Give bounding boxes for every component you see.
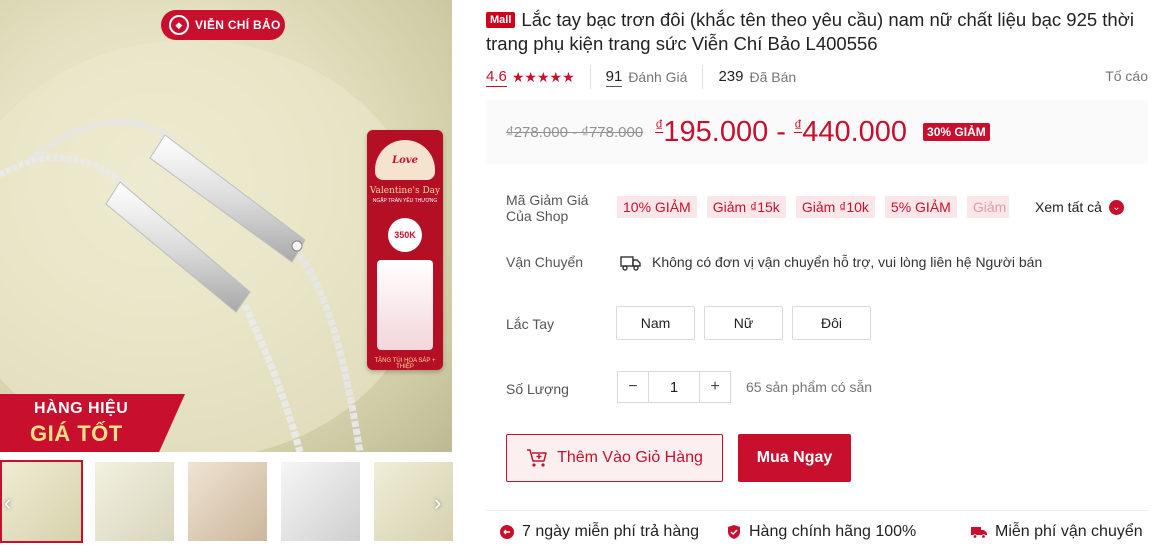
price-box: ₫278.000 - ₫778.000 ₫195.000 - ₫440.000 … [486,100,1148,164]
original-price: ₫278.000 - ₫778.000 [506,123,644,141]
heart-text: Love [392,154,418,166]
variant-options: Nam Nữ Đôi [616,306,871,340]
guarantee-bar: 7 ngày miễn phí trả hàng Hàng chính hãng… [486,510,1148,553]
price-max: 440.000 [802,115,908,148]
product-title-block: Mall Lắc tay bạc trơn đôi (khắc tên theo … [486,8,1148,56]
heart-icon: Love [375,140,435,180]
sold-count: 239 [718,68,744,85]
shipping-text: Không có đơn vị vận chuyển hỗ trợ, vui l… [652,254,1043,270]
mall-badge: Mall [486,12,516,28]
sold-label: Đã Bán [749,69,797,85]
guarantee-authentic-text: Hàng chính hãng 100% [749,523,917,540]
current-price: ₫195.000 - ₫440.000 [655,116,907,149]
rating-value[interactable]: 4.6 [486,68,507,87]
guarantee-authentic: Hàng chính hãng 100% [727,523,916,541]
quantity-label: Số Lượng [506,381,569,397]
report-link[interactable]: Tố cáo [1105,68,1148,84]
see-all-label: Xem tất cả [1035,199,1102,215]
valentine-subtitle: NGẬP TRÀN YÊU THƯƠNG [372,198,438,204]
gift-bag-image [377,260,433,350]
voucher-chip[interactable]: 5% GIẢM [884,196,957,218]
valentine-title: Valentine's Day [369,186,441,196]
stock-available: 65 sản phẩm có sẵn [746,379,873,395]
reviews-label: Đánh Giá [628,69,688,85]
divider [702,65,704,89]
voucher-label: Mã Giảm Giá Của Shop [506,192,589,224]
promo-line-1: HÀNG HIỆU [34,400,129,417]
valentine-footer: TẶNG TÚI HOA SÁP + THIỆP [374,358,436,370]
variant-label: Lắc Tay [506,316,554,332]
quantity-increase-button[interactable]: + [699,371,731,403]
currency-symbol: ₫ [794,117,803,135]
voucher-list: 10% GIẢM Giảm ₫15k Giảm ₫10k 5% GIẢM Giả… [617,196,1009,218]
valentine-price: 350K [388,218,422,252]
return-icon [500,525,514,539]
brand-badge: ◆ VIỄN CHÍ BẢO [161,10,285,40]
voucher-chip[interactable]: Giảm ₫15k [706,196,786,218]
star-rating-icon: ★★★★★ [511,68,575,85]
add-to-cart-button[interactable]: Thêm Vào Giỏ Hàng [506,434,723,482]
variant-option-nu[interactable]: Nữ [704,306,783,340]
product-title: Lắc tay bạc trơn đôi (khắc tên theo yêu … [486,9,1134,54]
truck-icon [620,256,641,271]
rating-row: 4.6 ★★★★★ 91 Đánh Giá 239 Đã Bán Tố cáo [486,64,1148,90]
thumbnail-4[interactable] [279,460,362,543]
promo-line-2: GIÁ TỐT [30,421,123,446]
price-separator: - [768,115,794,148]
quantity-stepper: − 1 + 65 sản phẩm có sẵn [617,371,872,403]
brand-badge-text: VIỄN CHÍ BẢO [195,18,281,32]
see-all-vouchers[interactable]: Xem tất cả ⌄ [1035,199,1124,215]
shield-check-icon [728,525,740,539]
quantity-input[interactable]: 1 [649,371,699,403]
discount-badge: 30% GIẢM [923,123,990,141]
reviews-count[interactable]: 91 [605,68,623,87]
voucher-chip[interactable]: Giảm ₫ [966,196,1009,218]
divider [589,65,591,89]
truck-icon [971,527,987,539]
voucher-chip[interactable]: Giảm ₫10k [795,196,875,218]
voucher-chip[interactable]: 10% GIẢM [617,196,697,218]
chevron-right-icon[interactable]: › [434,492,448,516]
valentine-promo-card: Love Valentine's Day NGẬP TRÀN YÊU THƯƠN… [367,130,443,370]
price-min: 195.000 [663,115,769,148]
product-gallery: ◆ VIỄN CHÍ BẢO Love Valentine's Day NGẬP… [0,0,453,553]
guarantee-return-text: 7 ngày miễn phí trả hàng [522,523,700,540]
thumbnail-2[interactable] [93,460,176,543]
buy-now-button[interactable]: Mua Ngay [738,434,851,482]
brand-logo-icon: ◆ [169,15,189,35]
guarantee-shipping: Miễn phí vận chuyển [971,523,1143,541]
guarantee-return: 7 ngày miễn phí trả hàng [500,523,699,541]
guarantee-shipping-text: Miễn phí vận chuyển [995,523,1143,540]
cart-plus-icon [527,449,547,467]
thumbnail-strip [0,460,453,544]
main-product-image[interactable]: ◆ VIỄN CHÍ BẢO Love Valentine's Day NGẬP… [0,0,452,452]
add-to-cart-label: Thêm Vào Giỏ Hàng [557,449,703,466]
quantity-decrease-button[interactable]: − [617,371,649,403]
shipping-label: Vận Chuyển [506,254,584,270]
thumbnail-3[interactable] [186,460,269,543]
chevron-left-icon[interactable]: ‹ [4,492,18,516]
variant-option-nam[interactable]: Nam [616,306,695,340]
variant-option-doi[interactable]: Đôi [792,306,871,340]
chevron-down-icon: ⌄ [1108,199,1124,215]
promo-banner: HÀNG HIỆU GIÁ TỐT [0,394,185,452]
